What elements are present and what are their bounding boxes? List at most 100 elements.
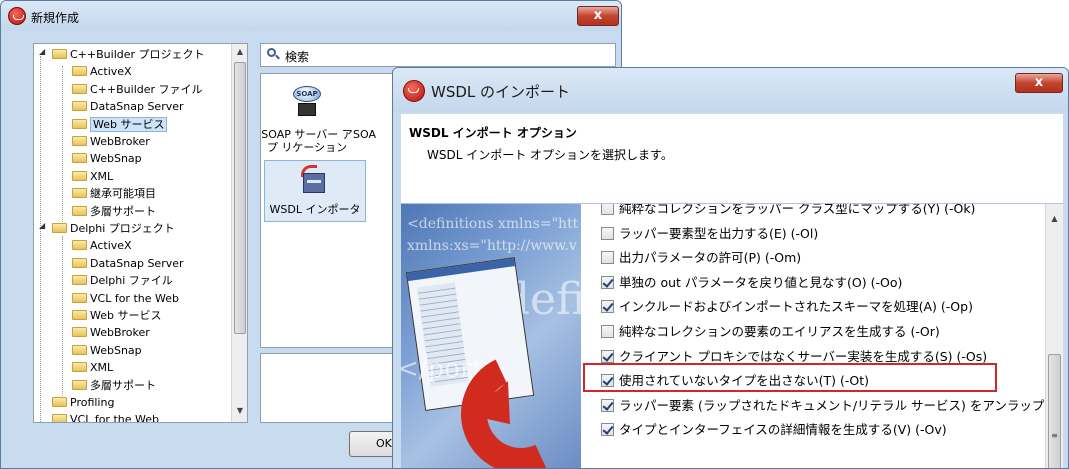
- tree-item[interactable]: C++Builder ファイル: [72, 81, 203, 99]
- wizard-header: WSDL インポート オプション WSDL インポート オプションを選択します。: [401, 114, 1063, 204]
- tree-item[interactable]: ActiveX: [72, 237, 132, 255]
- checkbox-unchecked-icon[interactable]: [601, 325, 614, 338]
- tree-item[interactable]: Web サービス: [72, 307, 161, 325]
- folder-icon: [52, 397, 67, 407]
- checkbox-checked-icon[interactable]: [601, 398, 614, 412]
- checkbox-unchecked-icon[interactable]: [601, 204, 614, 215]
- expand-icon[interactable]: ◢: [39, 221, 45, 230]
- wizard-illustration: <definitions xmlns="htt xmlns:xs="http:/…: [401, 204, 581, 468]
- options-list: 純粋なコレクションをラッパー クラス型にマップする(Y) (-Ok) ラッパー要素…: [581, 204, 1063, 468]
- tree-item[interactable]: WebBroker: [72, 324, 150, 342]
- tree-item-label: VCL for the Web: [70, 413, 159, 423]
- tree-item-label: WebBroker: [90, 135, 150, 148]
- folder-icon: [72, 136, 87, 146]
- folder-icon: [72, 310, 87, 320]
- folder-icon: [72, 292, 87, 303]
- wsdl-import-dialog: WSDL のインポート x WSDL インポート オプション WSDL インポー…: [392, 67, 1069, 469]
- option-label: ラッパー要素型を出力する(E) (-Ol): [619, 225, 819, 241]
- tree-item-label: WebBroker: [90, 326, 150, 340]
- tree-item[interactable]: Delphi ファイル: [72, 272, 173, 290]
- search-input[interactable]: 検索: [260, 43, 616, 67]
- tree-item-label: Profiling: [70, 396, 115, 409]
- tree-item-label: Web サービス: [90, 309, 162, 322]
- options-scrollbar[interactable]: ▲ ≡: [1045, 204, 1063, 468]
- tree-item[interactable]: WebBroker: [72, 133, 150, 151]
- scroll-thumb[interactable]: [234, 62, 246, 334]
- scroll-up-icon[interactable]: ▲: [232, 47, 247, 56]
- app-logo-icon: [403, 80, 425, 102]
- option-label: 単独の out パラメータを戻り値と見なす(O) (-Oo): [619, 274, 903, 290]
- title-bar: WSDL のインポート x: [393, 68, 1068, 112]
- expand-icon[interactable]: ◢: [39, 47, 45, 56]
- option-checkbox[interactable]: タイプとインターフェイスの詳細情報を生成する(V) (-Ov): [601, 419, 947, 441]
- option-checkbox[interactable]: ラッパー要素型を出力する(E) (-Ol): [601, 223, 818, 245]
- option-checkbox[interactable]: 純粋なコレクションの要素のエイリアスを生成する (-Or): [601, 321, 940, 343]
- option-checkbox[interactable]: クライアント プロキシではなくサーバー実装を生成する(S) (-Os): [601, 346, 987, 368]
- option-checkbox[interactable]: ラッパー要素 (ラップされたドキュメント/リテラル サービス) をアンラップする: [601, 395, 1063, 417]
- tree-item-label: 多層サポート: [90, 378, 156, 392]
- folder-icon: [72, 240, 87, 251]
- gallery-item-wsdl-importer[interactable]: WSDL インポータ: [264, 160, 366, 222]
- tree-item[interactable]: C++Builder プロジェクト: [52, 46, 205, 64]
- header-subtitle: WSDL インポート オプションを選択します。: [427, 148, 673, 162]
- scroll-up-icon[interactable]: ▲: [1046, 214, 1063, 223]
- tree-item[interactable]: WebSnap: [72, 150, 142, 168]
- tree-item-label: C++Builder ファイル: [90, 82, 203, 96]
- scroll-grip-icon: ≡: [1051, 431, 1058, 440]
- folder-icon: [52, 49, 67, 59]
- option-label: クライアント プロキシではなくサーバー実装を生成する(S) (-Os): [619, 348, 988, 364]
- tree-item[interactable]: Delphi プロジェクト: [52, 220, 175, 238]
- tree-item-label: VCL for the Web: [90, 291, 179, 305]
- option-checkbox[interactable]: 純粋なコレクションをラッパー クラス型にマップする(Y) (-Ok): [601, 204, 975, 220]
- app-logo-icon: [8, 7, 26, 25]
- tree-item[interactable]: DataSnap Server: [72, 98, 184, 116]
- tree-item[interactable]: WebSnap: [72, 342, 142, 360]
- close-button[interactable]: x: [577, 6, 619, 26]
- checkbox-checked-icon[interactable]: [601, 349, 614, 363]
- checkbox-unchecked-icon[interactable]: [601, 251, 614, 265]
- tree-item[interactable]: 継承可能項目: [72, 185, 156, 203]
- checkbox-checked-icon[interactable]: [601, 275, 614, 289]
- tree-item-label: C++Builder プロジェクト: [70, 48, 205, 61]
- option-label: 使用されていないタイプを出さない(T) (-Ot): [619, 373, 869, 389]
- tree-item-label: Delphi プロジェクト: [70, 222, 175, 235]
- search-placeholder: 検索: [285, 50, 310, 64]
- tree-item[interactable]: XML: [72, 168, 113, 186]
- gallery-item-partial[interactable]: SOA: [353, 128, 383, 144]
- option-label: 純粋なコレクションをラッパー クラス型にマップする(Y) (-Ok): [619, 204, 976, 216]
- category-tree: ▲ ▼ ◢ C++Builder プロジェクト ActiveX C++Builder …: [33, 43, 248, 423]
- tree-item[interactable]: Profiling: [52, 394, 114, 412]
- option-label: インクルードおよびインポートされたスキーマを処理(A) (-Op): [619, 299, 973, 315]
- checkbox-unchecked-icon[interactable]: [601, 226, 614, 240]
- tree-item-label: 多層サポート: [90, 204, 156, 218]
- tree-item[interactable]: ActiveX: [72, 63, 132, 81]
- folder-icon: [72, 153, 87, 164]
- folder-icon: [72, 101, 87, 112]
- option-checkbox[interactable]: 出力パラメータの許可(P) (-Om): [601, 247, 801, 269]
- tree-item[interactable]: Web サービス: [72, 116, 168, 134]
- header-title: WSDL インポート オプション: [409, 126, 577, 140]
- tree-item[interactable]: DataSnap Server: [72, 255, 184, 273]
- checkbox-checked-icon[interactable]: [601, 300, 614, 314]
- checkbox-checked-icon[interactable]: [601, 423, 614, 437]
- folder-icon: [72, 327, 87, 338]
- close-button[interactable]: x: [1015, 73, 1063, 93]
- tree-item[interactable]: 多層サポート: [72, 377, 156, 395]
- option-checkbox[interactable]: インクルードおよびインポートされたスキーマを処理(A) (-Op): [601, 296, 973, 318]
- folder-icon: [72, 66, 87, 77]
- option-checkbox[interactable]: 使用されていないタイプを出さない(T) (-Ot): [601, 370, 869, 392]
- option-checkbox[interactable]: 単独の out パラメータを戻り値と見なす(O) (-Oo): [601, 272, 902, 294]
- scroll-thumb[interactable]: [1048, 354, 1061, 468]
- tree-item[interactable]: VCL for the Web: [72, 290, 179, 308]
- tree-item-label: XML: [90, 169, 114, 183]
- gallery-item-soap-server[interactable]: SOAP SOAP サーバー アプ リケーション: [261, 82, 353, 162]
- option-label: 純粋なコレクションの要素のエイリアスを生成する (-Or): [619, 324, 940, 339]
- checkbox-checked-icon[interactable]: [601, 374, 614, 388]
- tree-item[interactable]: XML: [72, 359, 113, 377]
- scroll-down-icon[interactable]: ▼: [232, 406, 247, 415]
- folder-icon: [72, 188, 87, 199]
- tree-scrollbar[interactable]: ▲ ▼: [231, 44, 247, 422]
- gallery-item-label: SOAP サーバー アプ リケーション: [261, 128, 353, 154]
- tree-item[interactable]: 多層サポート: [72, 203, 156, 221]
- tree-item[interactable]: VCL for the Web: [52, 411, 159, 423]
